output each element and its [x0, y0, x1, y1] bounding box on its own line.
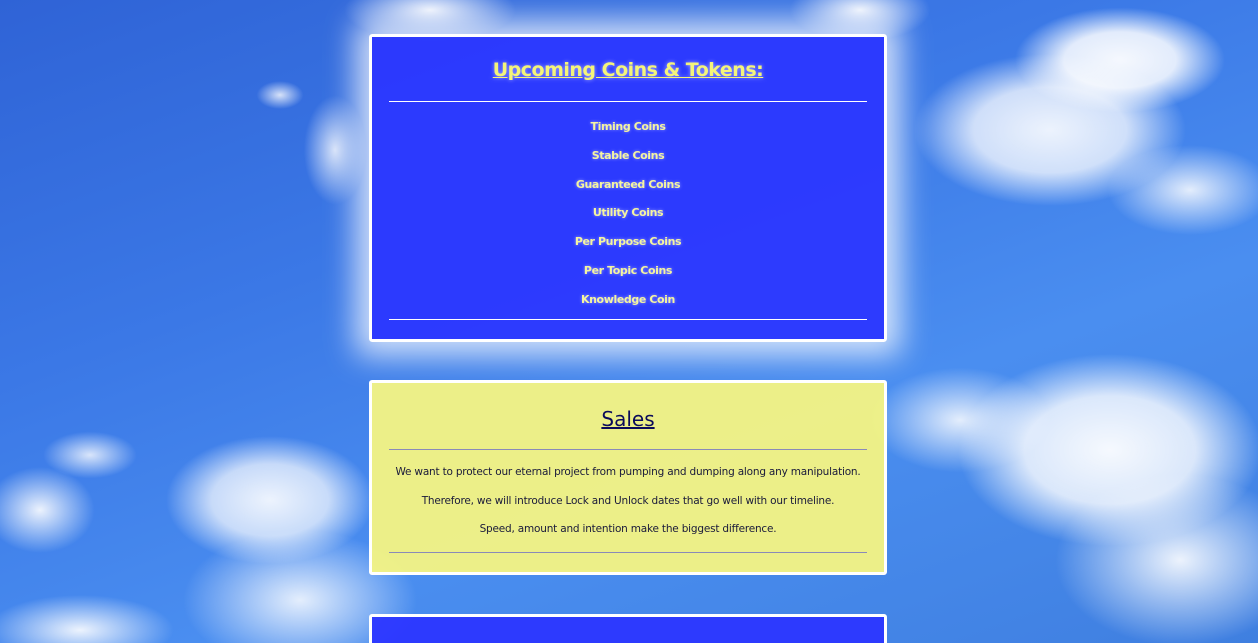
- list-item: Timing Coins: [590, 120, 666, 133]
- list-item: Stable Coins: [591, 148, 665, 162]
- upcoming-coins-panel: Upcoming Coins & Tokens: Timing Coins St…: [369, 34, 887, 342]
- divider: [389, 449, 867, 450]
- upcoming-coins-title: Upcoming Coins & Tokens:: [492, 59, 764, 81]
- sales-paragraph: Therefore, we will introduce Lock and Un…: [421, 494, 835, 507]
- coin-list: Timing Coins Stable Coins Guaranteed Coi…: [372, 117, 884, 319]
- list-item: Knowledge Coin: [581, 292, 675, 306]
- sales-paragraph: Speed, amount and intention make the big…: [479, 523, 777, 535]
- sales-paragraph: We want to protect our eternal project f…: [395, 466, 861, 478]
- divider: [389, 319, 867, 320]
- list-item: Per Topic Coins: [583, 263, 673, 277]
- sales-text: We want to protect our eternal project f…: [372, 464, 884, 550]
- list-item: Utility Coins: [592, 206, 664, 220]
- sales-panel: Sales We want to protect our eternal pro…: [369, 380, 887, 575]
- list-item: Guaranteed Coins: [575, 177, 681, 191]
- next-panel: [369, 614, 887, 643]
- divider: [389, 552, 867, 553]
- divider: [389, 101, 867, 102]
- sales-title: Sales: [601, 407, 655, 431]
- list-item: Per Purpose Coins: [574, 235, 682, 249]
